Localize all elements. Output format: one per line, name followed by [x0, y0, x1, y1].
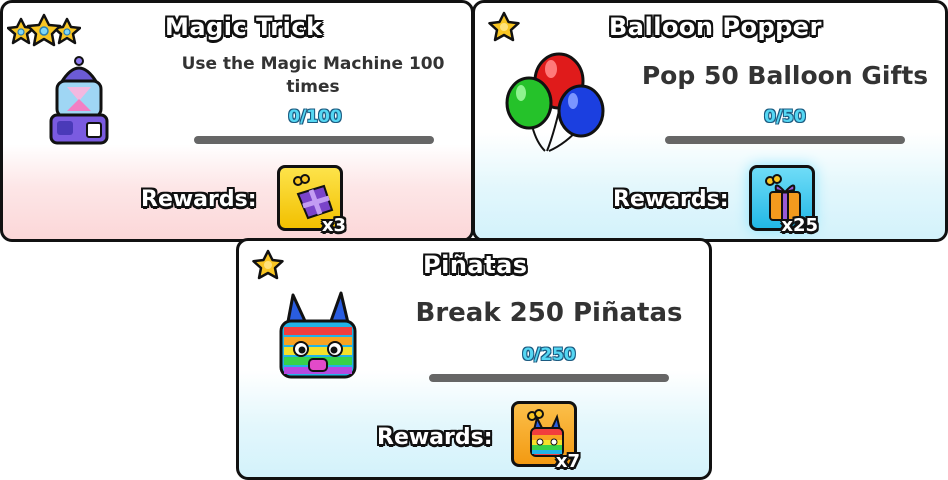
reward-count: x25: [781, 215, 818, 236]
reward-count: x3: [321, 215, 346, 236]
rewards-label: Rewards:: [141, 187, 257, 212]
quest-progress-bar: [429, 374, 669, 382]
quest-progress-text: 0/50: [764, 107, 806, 127]
quest-card-magic-trick[interactable]: Magic Trick Use the Magic Machine 100 ti…: [0, 0, 474, 242]
tier-star-icon: [252, 249, 284, 280]
tier-stars-icon: [7, 13, 81, 47]
quest-card-pinatas[interactable]: Piñatas Break 250 Piñatas 0/250 Rewards:: [236, 238, 712, 480]
rewards-label: Rewards:: [613, 187, 729, 212]
reward-count: x7: [555, 451, 580, 472]
quest-progress-bar: [194, 136, 434, 144]
quest-title: Balloon Popper: [609, 13, 822, 41]
rewards-label: Rewards:: [377, 425, 493, 450]
quest-progress-bar: [665, 136, 905, 144]
reward-slot[interactable]: x25: [749, 165, 818, 236]
reward-slot[interactable]: x3: [277, 165, 346, 236]
tier-star-icon: [488, 11, 520, 42]
quest-progress-text: 0/250: [522, 345, 576, 365]
pinata-icon: [279, 291, 357, 379]
quest-progress-text: 0/100: [288, 107, 342, 127]
reward-slot[interactable]: x7: [511, 401, 580, 472]
quest-description: Use the Magic Machine 100 times: [181, 54, 445, 97]
quest-description: Pop 50 Balloon Gifts: [641, 61, 929, 90]
quest-card-balloon-popper[interactable]: Balloon Popper Pop 50 Balloon Gifts 0/50…: [472, 0, 948, 242]
balloons-icon: [505, 52, 605, 152]
quest-description: Break 250 Piñatas: [415, 298, 683, 328]
magic-machine-icon: [49, 56, 109, 145]
quest-title: Magic Trick: [165, 13, 323, 41]
quest-title: Piñatas: [423, 251, 528, 279]
